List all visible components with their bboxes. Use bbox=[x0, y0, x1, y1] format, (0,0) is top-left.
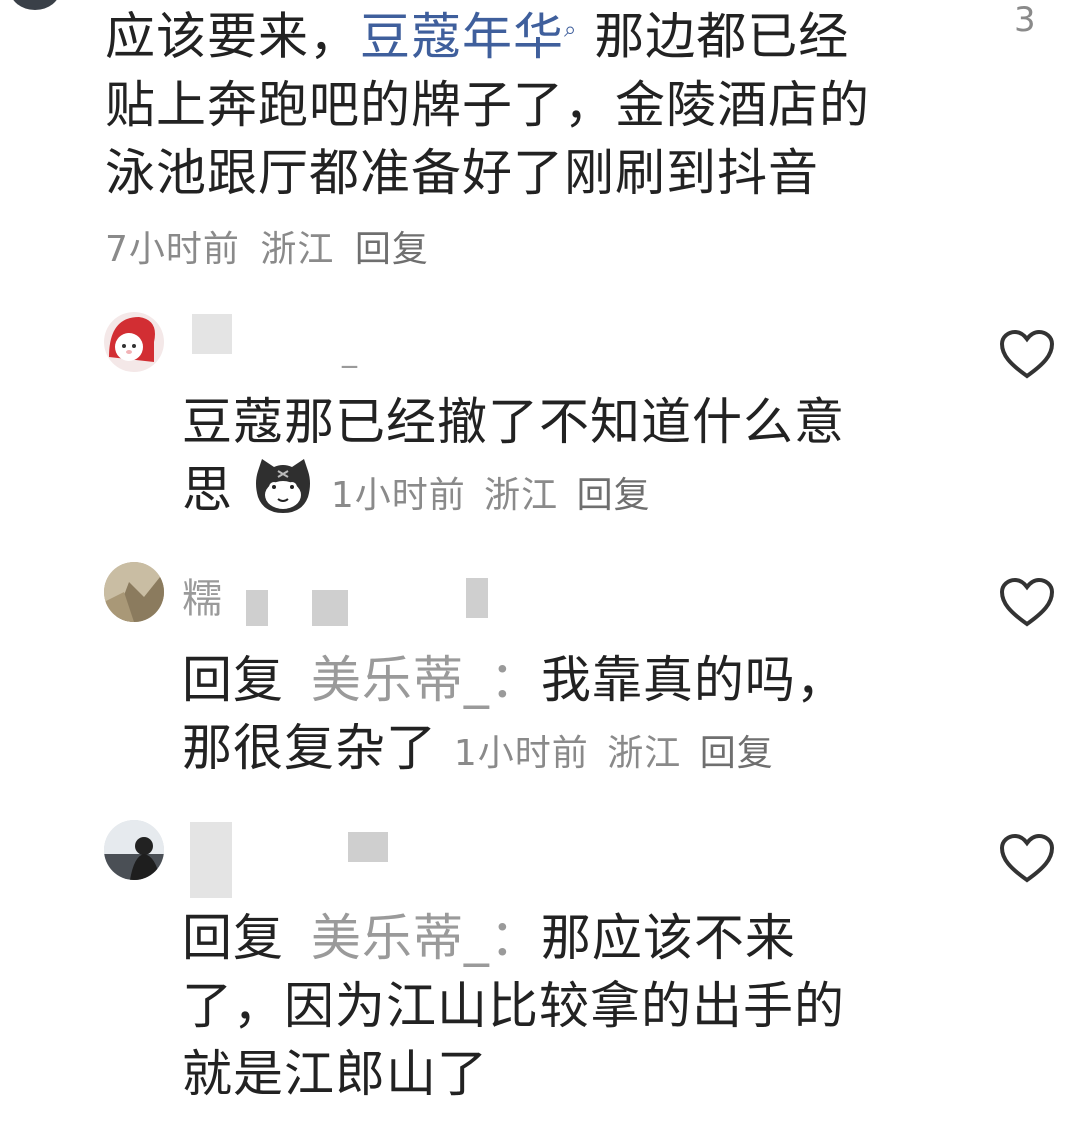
comment-text-segment: 那很复杂了 bbox=[182, 719, 437, 777]
timestamp: 1小时前 bbox=[453, 733, 589, 774]
comment-text-line: 贴上奔跑吧的牌子了，金陵酒店的 bbox=[105, 75, 870, 134]
comment-text-line: 豆蔻那已经撤了不知道什么意 bbox=[182, 393, 845, 451]
username-redacted bbox=[466, 578, 488, 618]
reply-prefix: 回复 bbox=[182, 651, 284, 709]
comment-text: 应该要来，豆蔻年华⌕ 那边都已经 贴上奔跑吧的牌子了，金陵酒店的 泳池跟厅都准备… bbox=[105, 0, 965, 207]
comment-text-line: 泳池跟厅都准备好了刚刷到抖音 bbox=[105, 143, 819, 202]
username-redacted bbox=[190, 822, 232, 898]
username-redacted bbox=[312, 590, 348, 626]
reply-target-user[interactable]: 美乐蒂_： bbox=[311, 651, 541, 709]
timestamp: 7小时前 bbox=[105, 229, 240, 270]
location: 浙江 bbox=[260, 229, 335, 270]
username-redacted bbox=[192, 314, 232, 354]
cat-emoji-icon bbox=[255, 459, 310, 513]
comment-text-segment: 那边都已经 bbox=[594, 7, 850, 66]
comment-meta: 7小时前 浙江 回复 bbox=[105, 220, 429, 272]
avatar[interactable] bbox=[104, 562, 164, 622]
username-fragment: _ bbox=[342, 334, 357, 369]
heart-outline-icon[interactable] bbox=[998, 576, 1056, 628]
comment-text: 豆蔻那已经撤了不知道什么意 思 1小时前 浙江 回复 bbox=[182, 388, 982, 530]
comment-text: 回复 美乐蒂_：我靠真的吗， 那很复杂了 1小时前 浙江 回复 bbox=[182, 646, 982, 788]
comment-text-segment: 思 bbox=[182, 461, 233, 519]
avatar[interactable] bbox=[10, 0, 60, 10]
reply-button[interactable]: 回复 bbox=[355, 229, 429, 270]
reply-prefix: 回复 bbox=[182, 909, 284, 967]
comment-text-segment: 我靠真的吗， bbox=[540, 651, 847, 709]
username-fragment: 糯 bbox=[182, 576, 222, 622]
like-count: 3 bbox=[1014, 0, 1036, 40]
comment-text-line: 了，因为江山比较拿的出手的 bbox=[182, 977, 845, 1035]
reply-button[interactable]: 回复 bbox=[577, 475, 651, 516]
search-icon: ⌕ bbox=[564, 17, 578, 42]
comment-text-segment: 应该要来， bbox=[105, 7, 360, 66]
heart-outline-icon[interactable] bbox=[998, 832, 1056, 884]
topic-link[interactable]: 豆蔻年华⌕ bbox=[360, 8, 577, 66]
timestamp: 1小时前 bbox=[330, 475, 466, 516]
reply-target-user[interactable]: 美乐蒂_： bbox=[311, 909, 541, 967]
comment-text-line: 就是江郎山了 bbox=[182, 1045, 488, 1103]
heart-outline-icon[interactable] bbox=[998, 328, 1056, 380]
comment-text-segment: 那应该不来 bbox=[540, 909, 796, 967]
reply-button[interactable]: 回复 bbox=[700, 733, 774, 774]
username-redacted bbox=[246, 590, 268, 626]
avatar[interactable] bbox=[104, 312, 164, 372]
comment-text: 回复 美乐蒂_：那应该不来 了，因为江山比较拿的出手的 就是江郎山了 bbox=[182, 904, 982, 1108]
location: 浙江 bbox=[607, 733, 682, 774]
avatar[interactable] bbox=[104, 820, 164, 880]
location: 浙江 bbox=[484, 475, 559, 516]
username-redacted bbox=[348, 832, 388, 862]
